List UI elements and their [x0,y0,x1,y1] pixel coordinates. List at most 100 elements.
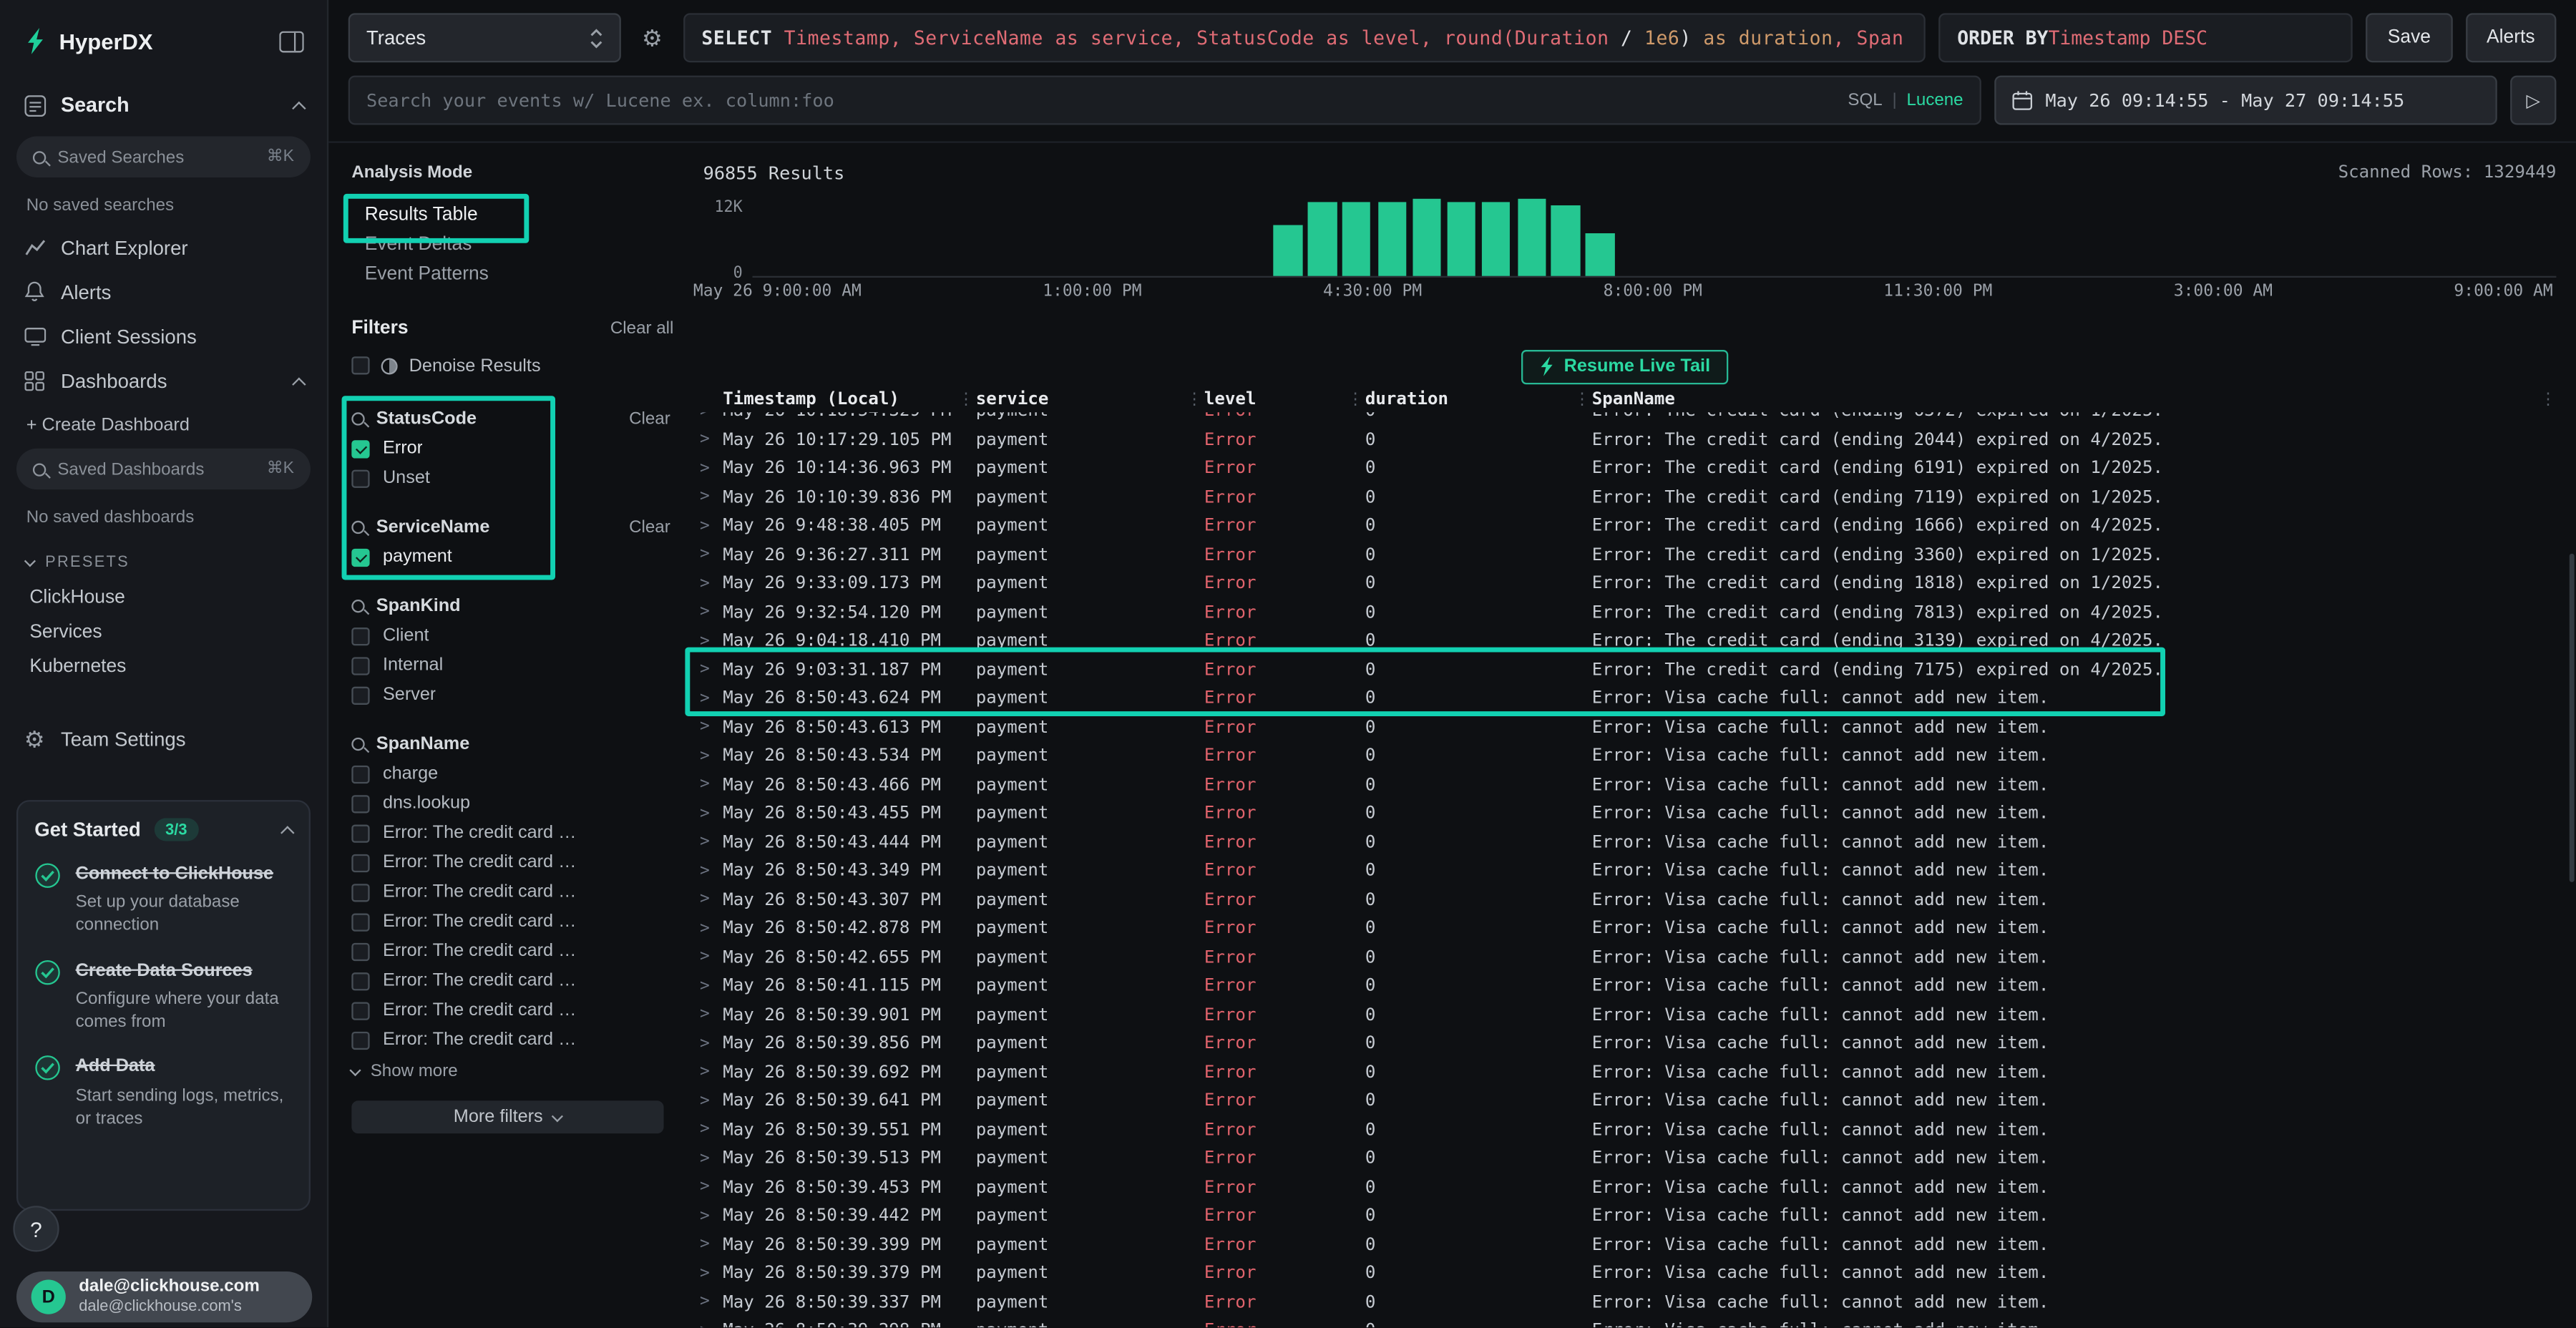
row-expand-icon[interactable]: > [693,1322,723,1327]
checkbox[interactable] [351,912,369,930]
preset-item-kubernetes[interactable]: Kubernetes [0,649,327,683]
checkbox[interactable] [351,439,369,457]
row-expand-icon[interactable]: > [693,834,723,851]
row-expand-icon[interactable]: > [693,488,723,506]
table-row[interactable]: >May 26 8:50:43.307 PMpaymentError0Error… [693,885,2557,914]
column-resize-handle[interactable]: ⋮ [1572,390,1592,408]
event-search-input[interactable]: Search your events w/ Lucene ex. column:… [348,76,1981,125]
checkbox[interactable] [351,627,369,645]
facet-option[interactable]: Error: The credit card … [351,939,673,962]
facet-option[interactable]: Error: The credit card … [351,1028,673,1051]
row-expand-icon[interactable]: > [693,575,723,592]
table-row[interactable]: >May 26 10:18:54.329 PMpaymentError0Erro… [693,412,2557,425]
histogram-bar[interactable] [1378,202,1407,276]
save-button[interactable]: Save [2366,13,2452,62]
row-expand-icon[interactable]: > [693,1063,723,1081]
column-header-service[interactable]: service [976,389,1185,409]
checkbox[interactable] [351,942,369,960]
histogram-bar[interactable] [1551,205,1580,275]
table-row[interactable]: >May 26 8:50:39.513 PMpaymentError0Error… [693,1144,2557,1173]
table-row[interactable]: >May 26 8:50:39.298 PMpaymentError0Error… [693,1317,2557,1327]
sidebar-item-alerts[interactable]: Alerts [0,270,327,314]
facet-option[interactable]: Error: The credit card … [351,910,673,933]
checkbox[interactable] [351,548,369,566]
row-expand-icon[interactable]: > [693,977,723,995]
preset-item-services[interactable]: Services [0,615,327,649]
sidebar-item-chart-explorer[interactable]: Chart Explorer [0,225,327,270]
table-row[interactable]: >May 26 9:48:38.405 PMpaymentError0Error… [693,512,2557,540]
preset-item-clickhouse[interactable]: ClickHouse [0,580,327,614]
table-row[interactable]: >May 26 8:50:39.453 PMpaymentError0Error… [693,1173,2557,1201]
table-row[interactable]: >May 26 8:50:42.878 PMpaymentError0Error… [693,914,2557,943]
date-range-picker[interactable]: May 26 09:14:55 - May 27 09:14:55 [1994,76,2497,125]
run-search-button[interactable]: ▷ [2510,76,2556,125]
row-expand-icon[interactable]: > [693,891,723,909]
clear-all-button[interactable]: Clear all [610,318,673,338]
row-expand-icon[interactable]: > [693,603,723,621]
facet-option[interactable]: payment [351,545,673,568]
analysis-mode-option[interactable]: Event Patterns [351,263,673,285]
analysis-mode-option[interactable]: Event Deltas [351,233,673,256]
column-resize-handle[interactable]: ⋮ [2540,390,2556,408]
facet-option[interactable]: Unset [351,467,673,489]
row-expand-icon[interactable]: > [693,1236,723,1254]
histogram-bar[interactable] [1342,202,1371,276]
language-toggle[interactable]: SQL | Lucene [1848,90,1963,110]
source-settings-gear-icon[interactable]: ⚙ [634,26,670,49]
get-started-header[interactable]: Get Started 3/3 [34,818,292,841]
checkbox[interactable] [351,469,369,487]
histogram-bar[interactable] [1447,202,1475,276]
table-row[interactable]: >May 26 8:50:42.655 PMpaymentError0Error… [693,943,2557,972]
table-row[interactable]: >May 26 9:03:31.187 PMpaymentError0Error… [693,655,2557,684]
table-row[interactable]: >May 26 8:50:41.115 PMpaymentError0Error… [693,972,2557,1000]
table-row[interactable]: >May 26 10:14:36.963 PMpaymentError0Erro… [693,454,2557,483]
row-expand-icon[interactable]: > [693,862,723,880]
row-expand-icon[interactable]: > [693,1006,723,1024]
table-row[interactable]: >May 26 9:33:09.173 PMpaymentError0Error… [693,570,2557,598]
table-row[interactable]: >May 26 8:50:43.534 PMpaymentError0Error… [693,742,2557,771]
table-row[interactable]: >May 26 8:50:39.856 PMpaymentError0Error… [693,1029,2557,1058]
histogram-bar[interactable] [1481,202,1510,276]
table-row[interactable]: >May 26 8:50:43.349 PMpaymentError0Error… [693,856,2557,885]
user-menu[interactable]: D dale@clickhouse.com dale@clickhouse.co… [16,1271,312,1322]
histogram-bar[interactable] [1308,202,1337,276]
table-row[interactable]: >May 26 9:36:27.311 PMpaymentError0Error… [693,540,2557,569]
checkbox[interactable] [351,824,369,841]
alerts-button[interactable]: Alerts [2465,13,2556,62]
facet-option[interactable]: Error [351,437,673,460]
denoise-results-toggle[interactable]: Denoise Results [351,355,673,376]
show-more-button[interactable]: Show more [351,1061,673,1081]
onboarding-step[interactable]: Connect to ClickHouse Set up your databa… [34,862,292,937]
sql-select-input[interactable]: SELECT Timestamp, ServiceName as service… [683,13,1926,62]
saved-searches-input[interactable]: Saved Searches ⌘K [16,137,311,177]
row-expand-icon[interactable]: > [693,431,723,449]
table-row[interactable]: >May 26 8:50:43.613 PMpaymentError0Error… [693,713,2557,741]
facet-option[interactable]: Error: The credit card … [351,851,673,874]
column-header-spanname[interactable]: SpanName [1592,389,2540,409]
column-header-timestamp[interactable]: Timestamp (Local) [723,389,956,409]
checkbox[interactable] [351,1001,369,1019]
facet-clear-button[interactable]: Clear [629,517,673,537]
table-row[interactable]: >May 26 10:17:29.105 PMpaymentError0Erro… [693,426,2557,454]
row-expand-icon[interactable]: > [693,1150,723,1168]
histogram-bar[interactable] [1274,225,1302,275]
checkbox[interactable] [351,656,369,674]
checkbox[interactable] [351,854,369,872]
facet-option[interactable]: dns.lookup [351,792,673,815]
facet-option[interactable]: Error: The credit card … [351,999,673,1022]
facet-option[interactable]: Server [351,683,673,706]
table-scrollbar[interactable] [2570,554,2575,882]
table-row[interactable]: >May 26 9:32:54.120 PMpaymentError0Error… [693,598,2557,627]
row-expand-icon[interactable]: > [693,517,723,535]
row-expand-icon[interactable]: > [693,459,723,477]
order-by-input[interactable]: ORDER BY Timestamp DESC [1939,13,2353,62]
table-row[interactable]: >May 26 8:50:39.641 PMpaymentError0Error… [693,1087,2557,1115]
checkbox[interactable] [351,1031,369,1049]
row-expand-icon[interactable]: > [693,1092,723,1110]
column-resize-handle[interactable]: ⋮ [956,390,976,408]
onboarding-step[interactable]: Add Data Start sending logs, metrics, or… [34,1055,292,1131]
row-expand-icon[interactable]: > [693,1293,723,1311]
checkbox[interactable] [351,686,369,704]
sidebar-item-dashboards[interactable]: Dashboards [0,358,327,403]
lucene-mode-option[interactable]: Lucene [1906,90,1963,110]
